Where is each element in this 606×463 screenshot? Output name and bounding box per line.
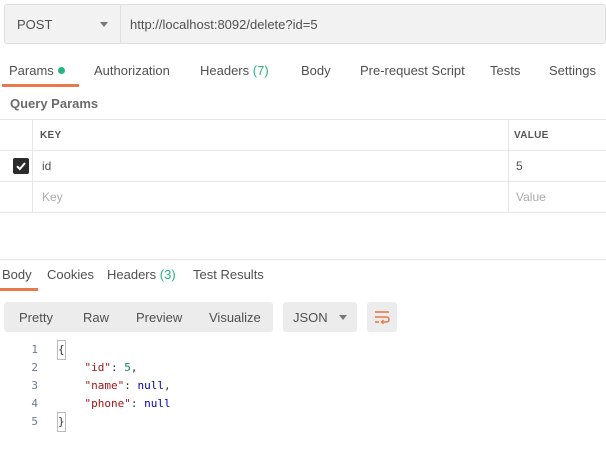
tab-headers-count: (7) <box>252 63 269 78</box>
chevron-down-icon <box>100 21 108 27</box>
tab-response-body[interactable]: Body <box>2 267 32 282</box>
table-row-new: Key Value <box>0 182 606 213</box>
line-number: 1 <box>31 343 38 356</box>
chevron-down-icon <box>339 314 347 320</box>
tab-cookies[interactable]: Cookies <box>47 267 94 282</box>
tab-tests[interactable]: Tests <box>490 63 520 78</box>
column-header-value: VALUE <box>514 129 549 141</box>
section-divider <box>0 259 606 260</box>
tab-pre-request-script-label: Pre-request Script <box>360 63 465 78</box>
code-line: 5 } <box>0 412 606 432</box>
tab-headers[interactable]: Headers (7) <box>200 63 269 78</box>
tab-body[interactable]: Body <box>301 63 331 78</box>
url-text: http://localhost:8092/delete?id=5 <box>130 16 318 32</box>
tab-response-headers-count: (3) <box>159 267 176 282</box>
request-bar: POST http://localhost:8092/delete?id=5 <box>4 4 606 44</box>
tab-body-label: Body <box>301 63 331 78</box>
column-divider <box>32 151 33 181</box>
param-key-cell[interactable]: id <box>42 151 51 181</box>
active-tab-indicator <box>2 84 79 87</box>
view-mode-group: Pretty Raw Preview Visualize <box>4 302 273 332</box>
line-number: 4 <box>31 397 38 410</box>
response-body-code: 1 { 2 "id": 5, 3 "name": null, 4 "phone"… <box>0 340 606 432</box>
wrap-lines-icon <box>375 311 390 324</box>
code-text: } <box>57 412 66 432</box>
view-preview-button[interactable]: Preview <box>136 310 182 325</box>
code-text: { <box>57 340 66 360</box>
tab-response-headers-label: Headers <box>107 267 157 282</box>
active-response-tab-indicator <box>0 288 38 291</box>
column-header-key: KEY <box>40 129 62 141</box>
key-input[interactable]: Key <box>42 182 63 212</box>
view-raw-button[interactable]: Raw <box>83 310 109 325</box>
json-key: "name" <box>84 379 125 392</box>
view-pretty-button[interactable]: Pretty <box>19 310 53 325</box>
query-params-title: Query Params <box>10 96 99 111</box>
request-tabs: Params Authorization Headers (7) Body Pr… <box>0 58 606 87</box>
column-divider <box>508 151 509 181</box>
tab-pre-request-script[interactable]: Pre-request Script <box>360 63 465 78</box>
json-value: 5 <box>124 361 131 374</box>
column-divider <box>32 182 33 212</box>
line-number: 2 <box>31 361 38 374</box>
value-input[interactable]: Value <box>516 182 546 212</box>
code-line: 1 { <box>0 340 606 360</box>
code-line: 2 "id": 5, <box>0 359 606 377</box>
tab-settings-label: Settings <box>549 63 596 78</box>
tab-settings[interactable]: Settings <box>549 63 596 78</box>
line-number: 5 <box>31 415 38 428</box>
active-dot-icon <box>57 67 65 74</box>
json-punct: , <box>130 361 138 374</box>
tab-headers-label: Headers <box>200 63 250 78</box>
tab-authorization-label: Authorization <box>94 63 170 78</box>
json-value: null <box>144 397 171 410</box>
column-divider <box>508 182 509 212</box>
tab-response-body-label: Body <box>2 267 32 282</box>
json-punct: , <box>164 379 171 392</box>
format-label: JSON <box>293 309 328 325</box>
wrap-lines-button[interactable] <box>367 302 397 332</box>
params-table-header: KEY VALUE <box>0 119 606 151</box>
code-text: "phone": null <box>84 397 171 410</box>
checkmark-icon <box>13 158 29 174</box>
param-value-cell[interactable]: 5 <box>516 151 523 181</box>
format-select[interactable]: JSON <box>283 302 357 332</box>
code-text: "id": 5, <box>84 361 138 374</box>
line-number: 3 <box>31 379 38 392</box>
params-table: KEY VALUE id 5 Key Value <box>0 119 606 213</box>
response-tabs: Body Cookies Headers (3) Test Results <box>0 262 606 291</box>
method-select[interactable]: POST <box>5 5 121 43</box>
json-key: "id" <box>84 361 112 374</box>
json-key: "phone" <box>84 397 131 410</box>
tab-tests-label: Tests <box>490 63 521 78</box>
tab-authorization[interactable]: Authorization <box>94 63 170 78</box>
row-checkbox[interactable] <box>13 151 29 181</box>
table-row: id 5 <box>0 151 606 182</box>
tab-cookies-label: Cookies <box>47 267 94 282</box>
tab-params[interactable]: Params <box>9 63 65 78</box>
tab-params-label: Params <box>9 63 54 78</box>
code-line: 4 "phone": null <box>0 395 606 413</box>
method-label: POST <box>17 16 53 32</box>
view-visualize-button[interactable]: Visualize <box>209 310 261 325</box>
column-divider <box>508 120 509 150</box>
code-line: 3 "name": null, <box>0 377 606 395</box>
tab-test-results-label: Test Results <box>193 267 264 282</box>
url-input[interactable]: http://localhost:8092/delete?id=5 <box>121 5 605 43</box>
code-text: "name": null, <box>84 379 171 392</box>
tab-test-results[interactable]: Test Results <box>193 267 264 282</box>
json-value: null <box>137 379 165 392</box>
column-divider <box>32 120 33 150</box>
tab-response-headers[interactable]: Headers (3) <box>107 267 176 282</box>
